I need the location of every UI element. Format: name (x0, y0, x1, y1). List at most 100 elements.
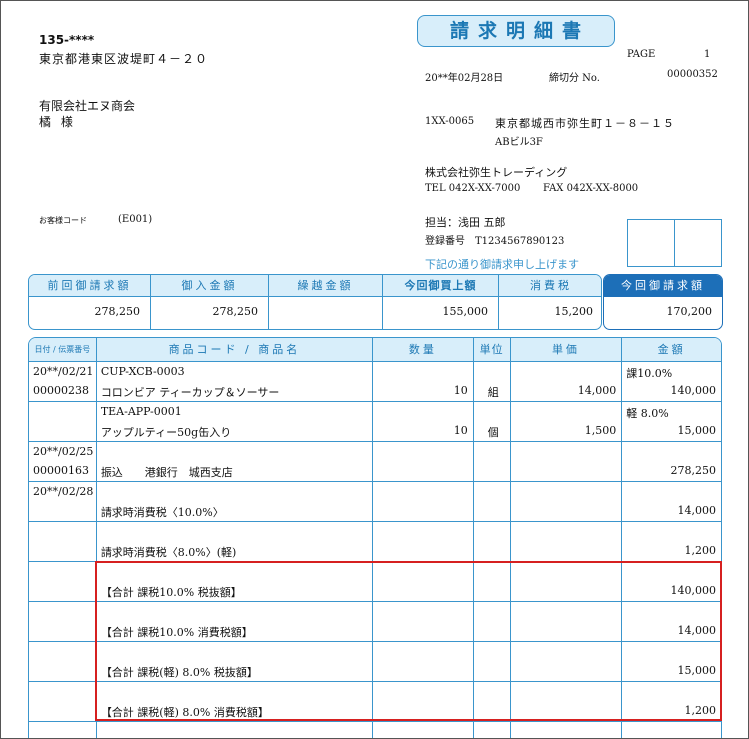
cell-price (511, 482, 623, 521)
cell-date-slip-line1: 20**/02/25 (33, 445, 94, 458)
table-row-empty (29, 722, 721, 738)
cell-qty-line2: 10 (453, 384, 468, 397)
cell-price-line2: 1,500 (584, 424, 617, 437)
cell-unit-line2: 組 (487, 386, 499, 399)
cell-amount-line2: 140,000 (670, 384, 717, 397)
summary-total-label: 今回御請求額 (604, 275, 722, 297)
cell-amount: 14,000 (622, 482, 721, 521)
cell-amount-line2: 15,000 (677, 424, 717, 437)
cell-product-line2: 振込 港銀行 城西支店 (100, 466, 233, 479)
summary-total-box: 今回御請求額 170,200 (603, 274, 723, 330)
cell-price-line2: 14,000 (577, 384, 617, 397)
issuer-address-line2: ABビル3F (495, 137, 543, 148)
cell-price: 14,000 (511, 362, 623, 401)
cell-price (511, 522, 623, 561)
cell-date-slip (29, 602, 97, 641)
cell-product: 請求時消費税〈8.0%〉(軽) (97, 522, 374, 561)
summary-total-value: 170,200 (666, 305, 713, 318)
cell-product-line2: アップルティー50g缶入り (100, 426, 232, 439)
summary-received-cell: 御入金額 278,250 (151, 275, 269, 329)
cell-empty (97, 722, 374, 738)
header-amount: 金額 (657, 343, 686, 356)
cell-qty (373, 442, 474, 481)
summary-received-label: 御入金額 (151, 275, 268, 297)
summary-purchase-value: 155,000 (442, 305, 489, 318)
invoice-date: 20**年02月28日 (425, 73, 504, 84)
cell-date-slip (29, 642, 97, 681)
summary-table: 前回御請求額 278,250 御入金額 278,250 繰越金額 今回御買上額 … (28, 274, 602, 330)
cutoff-label: 締切分 No. (549, 73, 600, 84)
header-qty: 数量 (373, 338, 474, 361)
summary-total-cell: 今回御請求額 170,200 (604, 275, 722, 329)
summary-received-value: 278,250 (212, 305, 259, 318)
cell-amount-line2: 14,000 (677, 504, 717, 517)
table-row: 請求時消費税〈8.0%〉(軽) 1,200 (29, 522, 721, 562)
cell-date-slip (29, 402, 97, 441)
table-row: 20**/02/21 00000238 CUP-XCB-0003 コロンビア ティーカ… (29, 362, 721, 402)
cell-date-slip (29, 562, 97, 601)
cell-date-slip: 20**/02/21 00000238 (29, 362, 97, 401)
cell-amount-line1: 軽 8.0% (626, 407, 669, 420)
table-row: TEA-APP-0001 アップルティー50g缶入り 10 個 1,500 軽 8.0% 1… (29, 402, 721, 442)
summary-purchase-label: 今回御買上額 (383, 275, 498, 297)
cell-unit-line2: 個 (487, 426, 499, 439)
summary-carry-value (269, 297, 382, 329)
cell-product: TEA-APP-0001 アップルティー50g缶入り (97, 402, 374, 441)
cell-empty (474, 722, 511, 738)
document-number: 00000352 (667, 69, 718, 80)
issuer-fax: FAX 042X-XX-8000 (543, 183, 639, 194)
page-label: PAGE (627, 49, 656, 60)
header-date: 日付 / 伝票番号 (29, 338, 97, 361)
issuer-registration: 登録番号 T1234567890123 (425, 236, 565, 247)
cell-qty: 10 (373, 402, 474, 441)
cell-product-line2: 請求時消費税〈8.0%〉(軽) (100, 546, 237, 559)
invoice-page: 135-**** 東京都港東区波堤町４－２０ 有限会社エヌ商会 橘 様 お客様コ… (0, 0, 749, 739)
cell-empty (29, 722, 97, 738)
header-price: 単価 (511, 338, 623, 361)
issuer-postal: 1XX-0065 (425, 116, 475, 127)
header-product: 商品コード / 商品名 (97, 338, 374, 361)
cell-unit: 組 (474, 362, 511, 401)
cell-empty (622, 722, 721, 738)
header-unit: 単位 (474, 338, 511, 361)
cell-amount: 課10.0% 140,000 (622, 362, 721, 401)
cell-amount-line1: 課10.0% (626, 367, 673, 380)
cell-empty (511, 722, 623, 738)
summary-carry-label: 繰越金額 (269, 275, 382, 297)
issuer-staff: 担当：浅田 五郎 (425, 216, 506, 229)
issuer-tel: TEL 042X-XX-7000 (425, 183, 521, 194)
cell-qty (373, 482, 474, 521)
table-row: 20**/02/28 請求時消費税〈10.0%〉 14,000 (29, 482, 721, 522)
billing-note: 下記の通り御請求申し上げます (425, 258, 579, 271)
cell-qty (373, 522, 474, 561)
cell-date-slip-line2: 00000163 (33, 464, 89, 477)
cell-qty: 10 (373, 362, 474, 401)
cell-date-slip-line2: 00000238 (33, 384, 89, 397)
cell-unit (474, 442, 511, 481)
summary-tax-label: 消費税 (499, 275, 601, 297)
cell-amount-line2: 1,200 (684, 544, 717, 557)
cell-date-slip: 20**/02/28 (29, 482, 97, 521)
table-row: 20**/02/25 00000163 振込 港銀行 城西支店 278,250 (29, 442, 721, 482)
stamp-box-2 (674, 219, 722, 267)
cell-amount-line2: 278,250 (670, 464, 717, 477)
cell-product-line1: TEA-APP-0001 (100, 405, 182, 418)
highlight-frame (95, 561, 722, 721)
cell-qty-line2: 10 (453, 424, 468, 437)
issuer-company: 株式会社弥生トレーディング (425, 166, 568, 179)
cell-product: 振込 港銀行 城西支店 (97, 442, 374, 481)
cell-product: 請求時消費税〈10.0%〉 (97, 482, 374, 521)
cell-product-line2: コロンビア ティーカップ＆ソーサー (100, 386, 280, 399)
cell-unit (474, 482, 511, 521)
summary-prev-value: 278,250 (94, 305, 141, 318)
summary-purchase-cell: 今回御買上額 155,000 (383, 275, 499, 329)
page-number: 1 (704, 49, 711, 60)
issuer-address-line1: 東京都城西市弥生町１－８－１５ (495, 117, 675, 130)
cell-product-line1: CUP-XCB-0003 (100, 365, 185, 378)
cell-price (511, 442, 623, 481)
cell-amount: 1,200 (622, 522, 721, 561)
recipient-postal: 135-**** (39, 33, 95, 47)
cell-price: 1,500 (511, 402, 623, 441)
document-title: 請求明細書 (417, 15, 615, 47)
recipient-person: 橘 様 (39, 115, 76, 129)
